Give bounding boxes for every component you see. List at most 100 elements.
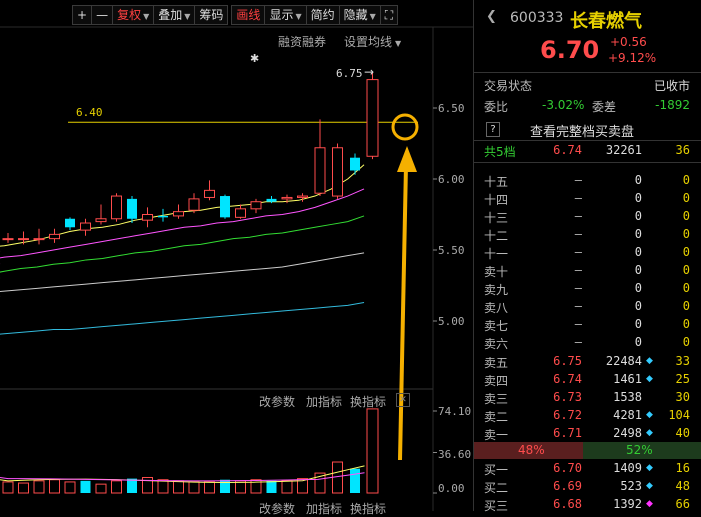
- order-marker-icon: ◆: [646, 499, 653, 509]
- order-book-row[interactable]: 十四 — 0 0: [474, 190, 701, 208]
- level-count: 0: [682, 245, 690, 259]
- level-count: 0: [682, 209, 690, 223]
- order-book-row[interactable]: 卖三 6.73 1538 30: [474, 389, 701, 407]
- level-volume: 22484: [605, 354, 642, 368]
- volume-bar: [173, 480, 184, 494]
- order-marker-icon: ◆: [646, 481, 653, 491]
- candle-body: [158, 215, 168, 218]
- gong5-row[interactable]: 共5档 6.74 32261 36: [474, 142, 701, 160]
- candle-body: [350, 157, 360, 171]
- order-book-row[interactable]: 十五 — 0 0: [474, 172, 701, 190]
- order-book-row[interactable]: 买二 6.69 523 ◆ 48: [474, 478, 701, 496]
- volume-bar: [2, 481, 14, 494]
- level-label: 买二: [484, 481, 509, 495]
- volume-tick: 36.60: [438, 448, 472, 461]
- level-label: 十一: [484, 247, 509, 261]
- volume-bar: [80, 480, 91, 493]
- level-price: —: [574, 191, 582, 205]
- order-book-row[interactable]: 卖二 6.72 4281 ◆ 104: [474, 407, 701, 425]
- level-volume: 0: [634, 245, 642, 259]
- help-icon[interactable]: ?: [486, 122, 500, 137]
- level-label: 卖九: [484, 283, 509, 297]
- add-indicator-link-2[interactable]: 加指标: [306, 500, 342, 517]
- level-label: 买三: [484, 499, 509, 513]
- switch-indicator-link-2[interactable]: 换指标: [350, 500, 386, 517]
- level-count: 16: [675, 461, 690, 475]
- price-chart[interactable]: [0, 0, 473, 511]
- level-volume: 1392: [613, 497, 642, 511]
- level-count: 40: [675, 426, 690, 440]
- candle-body: [188, 198, 200, 211]
- order-book-row[interactable]: 十一 — 0 0: [474, 244, 701, 262]
- gong5-label: 共5档: [484, 145, 516, 159]
- level-price: —: [574, 263, 582, 277]
- level-count: 0: [682, 317, 690, 331]
- level-price: —: [574, 299, 582, 313]
- level-volume: 0: [634, 263, 642, 277]
- divider: [474, 72, 701, 73]
- close-icon[interactable]: ✕: [396, 393, 410, 407]
- divider: [474, 162, 701, 163]
- add-indicator-link[interactable]: 加指标: [306, 393, 342, 410]
- last-price: 6.70: [540, 36, 600, 64]
- order-book-row[interactable]: 十三 — 0 0: [474, 208, 701, 226]
- sell-buy-ratio-bar: 48% 52%: [474, 442, 701, 459]
- order-book-row[interactable]: 卖九 — 0 0: [474, 280, 701, 298]
- order-marker-icon: ◆: [646, 428, 653, 438]
- arrow-right-icon: →: [364, 65, 375, 79]
- level-label: 十三: [484, 211, 509, 225]
- candle-body: [297, 195, 308, 198]
- stock-code: 600333: [510, 10, 564, 26]
- order-book-row[interactable]: 卖四 6.74 1461 ◆ 25: [474, 371, 701, 389]
- order-book-row[interactable]: 买三 6.68 1392 ◆ 66: [474, 496, 701, 514]
- order-book-row[interactable]: 卖七 — 0 0: [474, 316, 701, 334]
- level-price: 6.68: [553, 497, 582, 511]
- level-volume: 0: [634, 299, 642, 313]
- order-book-row[interactable]: 卖十 — 0 0: [474, 262, 701, 280]
- level-volume: 0: [634, 209, 642, 223]
- level-price: 6.74: [553, 372, 582, 386]
- candle-body: [332, 147, 343, 197]
- change-params-link-2[interactable]: 改参数: [259, 500, 295, 517]
- volume-bar: [204, 481, 215, 494]
- moving-average-line: [0, 302, 365, 340]
- order-marker-icon: ◆: [646, 356, 653, 366]
- level-label: 卖八: [484, 301, 509, 315]
- order-book-row[interactable]: 买一 6.70 1409 ◆ 16: [474, 460, 701, 478]
- volume-tick: 0.00: [438, 482, 465, 495]
- level-count: 25: [675, 372, 690, 386]
- volume-bar: [127, 478, 137, 493]
- volume-bar: [266, 480, 277, 493]
- order-book-row[interactable]: 卖一 6.71 2498 ◆ 40: [474, 425, 701, 443]
- level-price: —: [574, 317, 582, 331]
- level-volume: 4281: [613, 408, 642, 422]
- candle-body: [220, 196, 230, 218]
- volume-bar: [49, 479, 60, 494]
- level-price: —: [574, 245, 582, 259]
- weicha-value: -1892: [655, 98, 690, 112]
- level-price: —: [574, 335, 582, 349]
- level-volume: 0: [634, 317, 642, 331]
- collapse-panel-icon[interactable]: ❮: [486, 9, 497, 24]
- level-price: 6.75: [553, 354, 582, 368]
- annotation-arrow-shaft: [398, 164, 408, 461]
- highlight-circle: [391, 113, 419, 141]
- level-label: 十五: [484, 175, 509, 189]
- candle-body: [204, 189, 215, 198]
- level-count: 30: [675, 390, 690, 404]
- order-book-row[interactable]: 十二 — 0 0: [474, 226, 701, 244]
- order-book-row[interactable]: 卖六 — 0 0: [474, 334, 701, 352]
- level-price: 6.69: [553, 479, 582, 493]
- candle-body: [250, 201, 262, 210]
- candle-body: [2, 238, 14, 241]
- order-book-row[interactable]: 卖八 — 0 0: [474, 298, 701, 316]
- order-book-row[interactable]: 卖五 6.75 22484 ◆ 33: [474, 353, 701, 371]
- annotation-arrow-head-icon: [397, 146, 417, 172]
- switch-indicator-link[interactable]: 换指标: [350, 393, 386, 410]
- candle-body: [142, 214, 153, 221]
- level-volume: 2498: [613, 426, 642, 440]
- change-params-link[interactable]: 改参数: [259, 393, 295, 410]
- order-marker-icon: ◆: [646, 410, 653, 420]
- full-book-link[interactable]: 查看完整档买卖盘: [530, 121, 634, 140]
- level-volume: 0: [634, 335, 642, 349]
